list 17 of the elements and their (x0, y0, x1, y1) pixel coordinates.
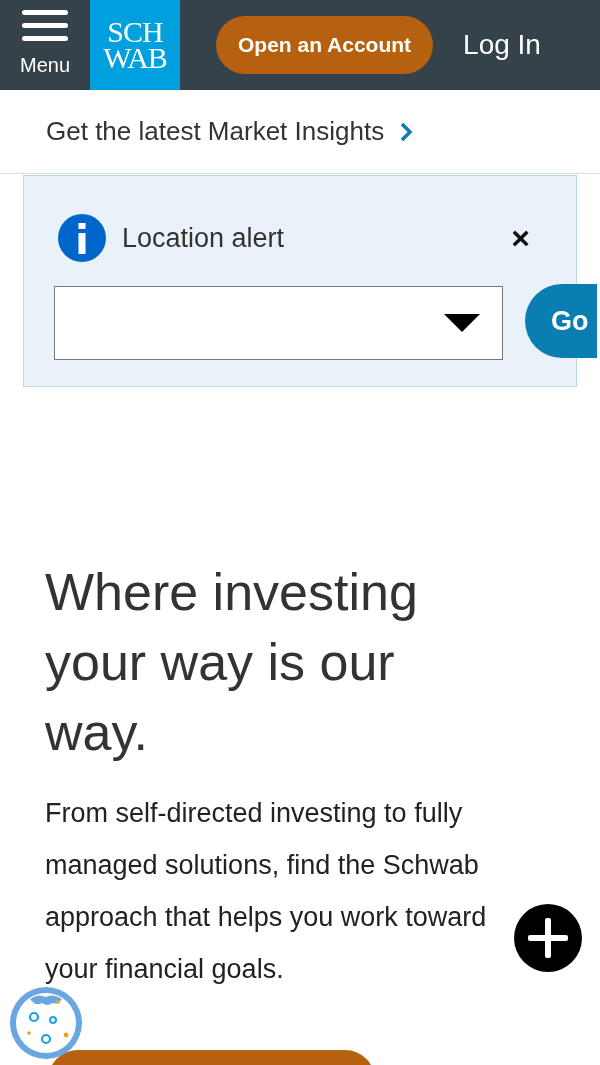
info-icon (58, 214, 106, 262)
menu-button[interactable]: Menu (0, 0, 90, 90)
chevron-right-icon[interactable] (400, 121, 413, 142)
hero-heading: Where investing your way is our way. (45, 562, 419, 763)
location-select[interactable] (54, 286, 503, 360)
cookie-icon (8, 985, 84, 1061)
menu-label: Menu (20, 53, 70, 78)
menu-icon (22, 10, 68, 42)
cookie-button[interactable] (8, 985, 84, 1061)
alert-title: Location alert (122, 221, 285, 255)
insights-link[interactable]: Get the latest Market Insights (46, 112, 385, 151)
caret-icon (444, 314, 480, 332)
login-link[interactable]: Log In (463, 24, 541, 66)
close-button[interactable]: × (511, 222, 530, 254)
go-button[interactable]: Go (525, 284, 597, 358)
open-account-button[interactable]: Open an Account (216, 16, 434, 74)
hero-text: From self-directed investing to fully managed solutions, find the Schwab approach that helps you work toward your financial goals. (45, 797, 488, 986)
